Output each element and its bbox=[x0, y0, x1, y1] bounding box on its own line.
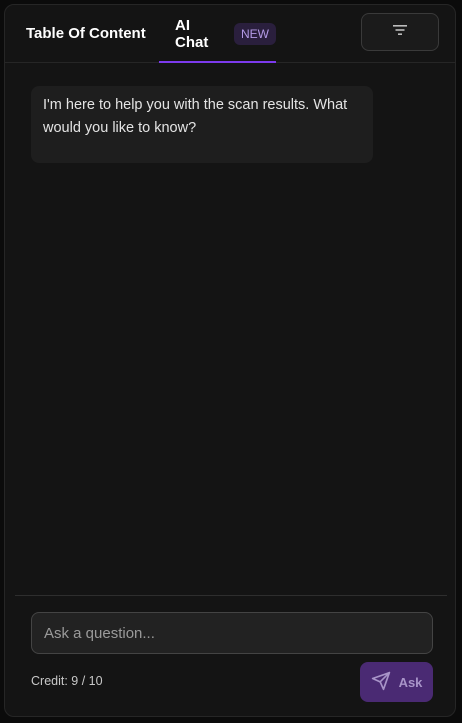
tab-ai-chat[interactable]: AI Chat NEW bbox=[159, 5, 276, 63]
tab-table-of-content[interactable]: Table Of Content bbox=[26, 5, 146, 62]
new-badge: NEW bbox=[234, 22, 276, 45]
tab-label: AI Chat bbox=[175, 16, 209, 51]
question-input[interactable] bbox=[31, 612, 433, 654]
filter-button[interactable] bbox=[361, 13, 439, 51]
assistant-message: I'm here to help you with the scan resul… bbox=[31, 86, 373, 163]
composer-divider bbox=[15, 595, 447, 596]
filter-icon bbox=[393, 23, 407, 41]
ai-chat-panel: Table Of Content AI Chat NEW I'm here to… bbox=[4, 4, 456, 717]
tab-label: Table Of Content bbox=[26, 25, 146, 42]
send-icon bbox=[371, 671, 399, 694]
ask-label: Ask bbox=[398, 674, 423, 690]
message-text: I'm here to help you with the scan resul… bbox=[43, 97, 348, 136]
credit-counter: Credit: 9 / 10 bbox=[31, 674, 103, 688]
chat-messages: I'm here to help you with the scan resul… bbox=[5, 63, 455, 595]
tab-bar: Table Of Content AI Chat NEW bbox=[5, 5, 455, 63]
ask-button[interactable]: Ask bbox=[360, 662, 433, 702]
